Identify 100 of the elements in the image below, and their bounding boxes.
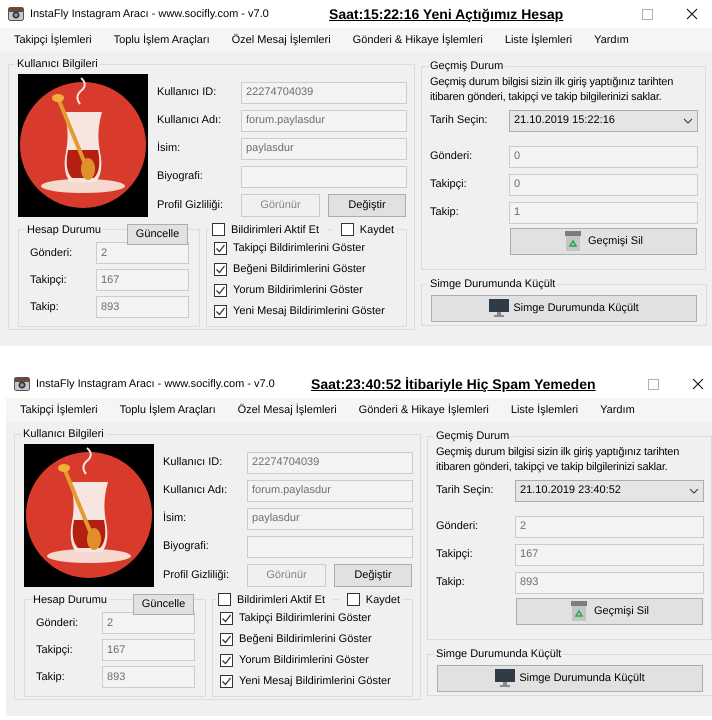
- checkbox[interactable]: [214, 263, 227, 276]
- button[interactable]: Geçmişi Sil: [516, 598, 703, 624]
- input-field[interactable]: 0: [509, 146, 698, 168]
- field-label: Gönderi:: [30, 246, 74, 261]
- field-label: Kullanıcı Adı:: [157, 113, 222, 128]
- checkbox-label: Takipçi Bildirimlerini Göster: [239, 611, 372, 626]
- input-field[interactable]: 167: [102, 639, 195, 661]
- button[interactable]: Değiştir: [328, 194, 406, 217]
- checkbox-label: Kaydet: [360, 222, 394, 238]
- field-label: Kullanıcı Adı:: [163, 483, 228, 498]
- app-icon: [8, 6, 24, 22]
- field-label: Takip:: [36, 670, 66, 685]
- input-field[interactable]: [241, 166, 407, 188]
- field-label: Gönderi:: [436, 519, 480, 534]
- menu-item[interactable]: Liste İşlemleri: [504, 32, 572, 48]
- menu-item[interactable]: Gönderi & Hikaye İşlemleri: [358, 402, 489, 418]
- group-title: Kullanıcı Bilgileri: [16, 57, 99, 72]
- input-field[interactable]: 2: [102, 612, 195, 634]
- input-field[interactable]: 0: [509, 174, 698, 196]
- input-field[interactable]: paylasdur: [241, 138, 407, 160]
- input-field[interactable]: 167: [515, 544, 704, 566]
- field-label: Biyografi:: [163, 539, 210, 554]
- input-field[interactable]: forum.paylasdur: [247, 480, 413, 502]
- checkbox[interactable]: [220, 633, 233, 646]
- checkbox[interactable]: [218, 593, 231, 606]
- button[interactable]: Güncelle: [127, 224, 188, 245]
- input-field[interactable]: forum.paylasdur: [241, 110, 407, 132]
- input-field[interactable]: 22274704039: [247, 452, 413, 474]
- button[interactable]: Güncelle: [133, 594, 194, 615]
- menu-item[interactable]: Özel Mesaj İşlemleri: [238, 402, 337, 418]
- checkbox[interactable]: [346, 593, 360, 606]
- field-label: Gönderi:: [430, 149, 474, 164]
- close-icon[interactable]: [686, 8, 698, 20]
- checkbox-label: Kaydet: [366, 592, 400, 608]
- checkbox-label: Yeni Mesaj Bildirimlerini Göster: [239, 674, 391, 690]
- close-icon[interactable]: [692, 378, 704, 390]
- recycle-bin-icon: [570, 601, 588, 621]
- input-field[interactable]: 2: [96, 242, 189, 264]
- date-dropdown[interactable]: 21.10.2019 23:40:52: [515, 480, 704, 502]
- button[interactable]: Simge Durumunda Küçült: [431, 294, 697, 322]
- checkbox-label: Yeni Mesaj Bildirimlerini Göster: [233, 304, 385, 320]
- input-field[interactable]: 893: [102, 666, 195, 688]
- input-field[interactable]: [247, 536, 413, 558]
- chevron-down-icon: [683, 118, 693, 124]
- group-title: Simge Durumunda Küçült: [429, 277, 556, 292]
- description-text: Geçmiş durum bilgisi sizin ilk giriş yaptığınız tarihten itibaren gönderi, takipçi ve takip bilgilerinizi saklar.: [429, 74, 674, 104]
- monitor-icon: [495, 669, 516, 687]
- field-label: Takipçi:: [30, 272, 68, 288]
- group-title: Hesap Durumu: [32, 592, 108, 608]
- field-label: İsim:: [157, 140, 182, 156]
- checkbox[interactable]: [214, 284, 227, 297]
- field-label: Takip:: [436, 575, 466, 590]
- group-title: Simge Durumunda Küçült: [435, 647, 562, 662]
- input-field[interactable]: 22274704039: [241, 82, 407, 104]
- menu-item[interactable]: Takipçi İşlemleri: [14, 32, 92, 48]
- checkbox-label: Beğeni Bildirimlerini Göster: [233, 262, 366, 278]
- input-field[interactable]: paylasdur: [247, 508, 413, 530]
- field-label: Profil Gizliliği:: [157, 198, 224, 214]
- monitor-icon: [489, 299, 510, 317]
- field-label: Takip:: [430, 205, 460, 220]
- menu-item[interactable]: Gönderi & Hikaye İşlemleri: [352, 32, 483, 48]
- button[interactable]: Simge Durumunda Küçült: [437, 664, 703, 692]
- group-title: Geçmiş Durum: [429, 59, 504, 74]
- menu-item[interactable]: Özel Mesaj İşlemleri: [232, 32, 331, 48]
- checkbox-label: Bildirimleri Aktif Et: [231, 222, 320, 238]
- checkbox[interactable]: [212, 223, 225, 236]
- menu-item[interactable]: Yardım: [600, 402, 635, 418]
- checkbox-label: Yorum Bildirimlerini Göster: [233, 283, 363, 298]
- field-label: İsim:: [163, 510, 188, 526]
- menu-item[interactable]: Toplu İşlem Araçları: [120, 402, 216, 418]
- field-label: Tarih Seçin:: [436, 483, 494, 498]
- input-field[interactable]: 2: [515, 516, 704, 538]
- checkbox-label: Bildirimleri Aktif Et: [237, 592, 326, 608]
- checkbox[interactable]: [214, 305, 227, 318]
- menu-item[interactable]: Yardım: [594, 32, 629, 48]
- recycle-bin-icon: [564, 231, 582, 251]
- checkbox-label: Yorum Bildirimlerini Göster: [239, 653, 369, 668]
- checkbox[interactable]: [214, 242, 227, 255]
- checkbox[interactable]: [220, 654, 233, 667]
- checkbox-label: Beğeni Bildirimlerini Göster: [239, 632, 372, 648]
- input-field[interactable]: 1: [509, 202, 698, 224]
- menu-item[interactable]: Liste İşlemleri: [510, 402, 578, 418]
- checkbox[interactable]: [220, 612, 233, 625]
- input-field[interactable]: 893: [96, 296, 189, 318]
- field-label: Takipçi:: [436, 547, 474, 562]
- group-title: Hesap Durumu: [26, 222, 102, 238]
- menu-item[interactable]: Toplu İşlem Araçları: [114, 32, 210, 48]
- field-label: Takipçi:: [36, 642, 74, 658]
- input-field[interactable]: 167: [96, 269, 189, 291]
- field-label: Takip:: [30, 300, 60, 315]
- field-label: Gönderi:: [36, 616, 80, 631]
- menu-item[interactable]: Takipçi İşlemleri: [20, 402, 98, 418]
- button[interactable]: Değiştir: [334, 564, 412, 587]
- input-field[interactable]: 893: [515, 572, 704, 594]
- checkbox[interactable]: [220, 675, 233, 688]
- date-dropdown[interactable]: 21.10.2019 15:22:16: [509, 110, 698, 132]
- window-title: InstaFly Instagram Aracı - www.socifly.com - v7.0: [30, 6, 269, 22]
- button[interactable]: Geçmişi Sil: [510, 228, 697, 254]
- checkbox[interactable]: [340, 223, 354, 236]
- description-text: Geçmiş durum bilgisi sizin ilk giriş yaptığınız tarihten itibaren gönderi, takipçi ve takip bilgilerinizi saklar.: [435, 444, 680, 474]
